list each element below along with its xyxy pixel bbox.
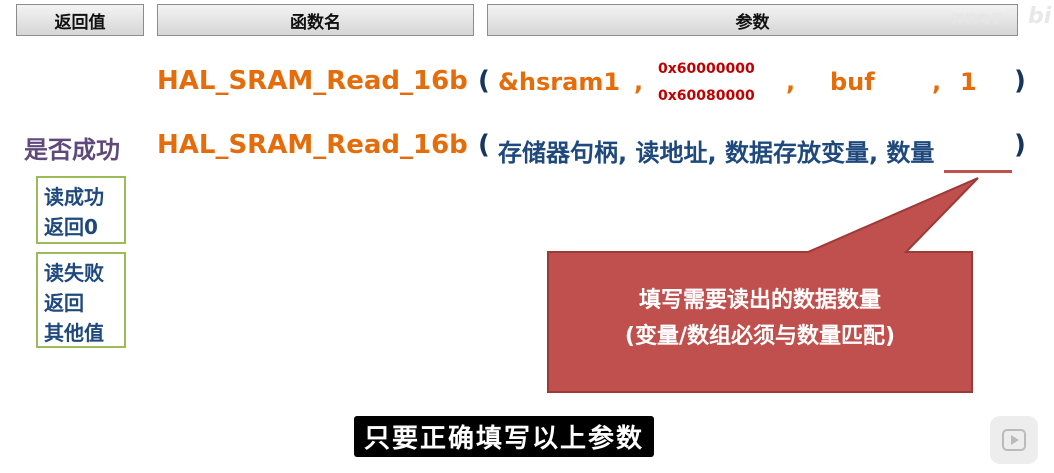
video-subtitle: 只要正确填写以上参数 bbox=[354, 416, 655, 457]
play-button[interactable] bbox=[990, 416, 1038, 464]
play-icon bbox=[1002, 429, 1026, 451]
callout-line2: (变量/数组必须与数量匹配) bbox=[624, 324, 896, 349]
callout-text: 填写需要读出的数据数量 (变量/数组必须与数量匹配) bbox=[548, 283, 972, 355]
callout-shape bbox=[547, 177, 979, 393]
callout-line1: 填写需要读出的数据数量 bbox=[638, 288, 881, 313]
